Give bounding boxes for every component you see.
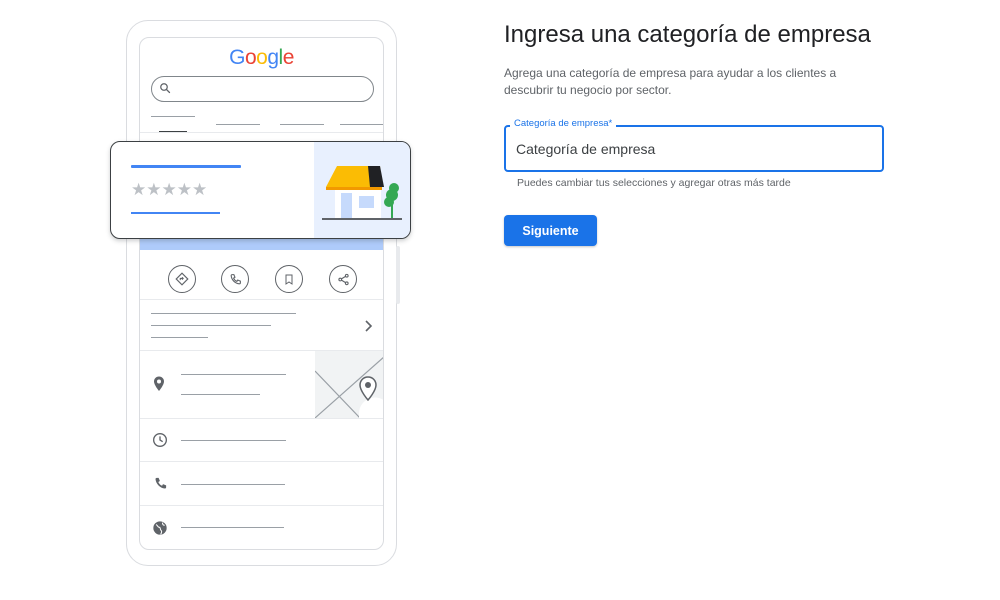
logo-letter: g [267,46,279,69]
phone-icon [155,477,167,489]
bookmark-icon [285,274,293,285]
map-thumbnail [315,351,383,418]
directions-action [168,265,196,293]
category-input[interactable] [516,138,876,160]
category-field-label: Categoría de empresa* [510,118,617,129]
chevron-right-icon [365,320,373,332]
tab-line [340,124,383,125]
tab-line [216,124,260,125]
business-card-illustration: ★★★★★ [110,141,411,239]
helper-text: Puedes cambiar tus selecciones y agregar… [517,177,791,189]
tab-line [151,116,195,117]
scrollbar-illustration [396,246,400,304]
location-pin-icon [154,376,164,391]
call-action [221,265,249,293]
search-icon [160,83,171,94]
clock-icon [153,433,167,447]
storefront-icon [322,166,402,220]
logo-letter: G [229,46,245,69]
globe-icon [153,521,167,535]
page-subtitle: Agrega una categoría de empresa para ayu… [504,66,837,97]
google-logo: Google [140,46,383,70]
directions-icon [175,272,189,286]
logo-letter: e [282,46,295,69]
share-icon [337,273,349,285]
rating-stars: ★★★★★ [131,180,208,199]
storefront-image [314,142,410,238]
save-action [275,265,303,293]
logo-letter: o [256,46,268,69]
page-title: Ingresa una categoría de empresa [504,21,871,48]
phone-screen: Google [139,37,384,550]
next-button[interactable]: Siguiente [504,215,597,246]
logo-letter: o [244,46,257,69]
phone-icon [230,273,241,284]
tab-line [280,124,324,125]
search-bar-illustration [151,76,374,102]
share-action [329,265,357,293]
